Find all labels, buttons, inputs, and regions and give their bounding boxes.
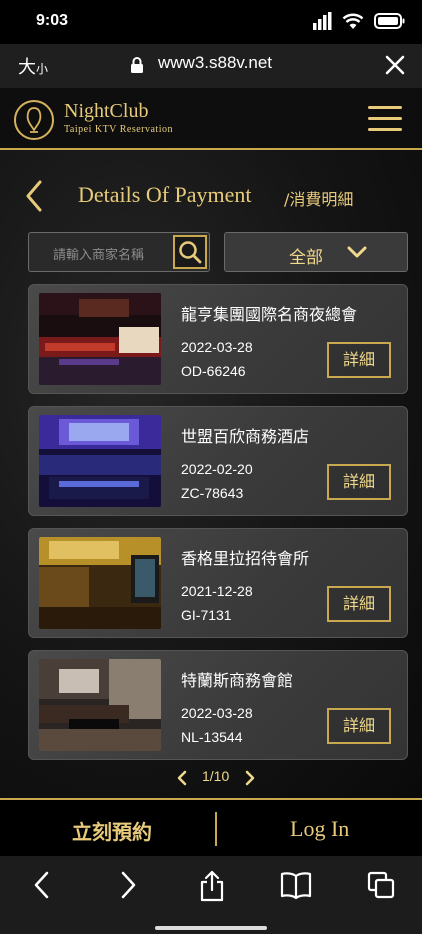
order-date: 2022-02-20: [181, 461, 253, 477]
logo-icon[interactable]: [14, 100, 54, 140]
page-title-row: Details Of Payment /消費明細: [0, 178, 422, 214]
venue-photo: [39, 415, 161, 507]
details-button[interactable]: 詳細: [327, 586, 391, 622]
page-content: NightClub Taipei KTV Reservation Details…: [0, 88, 422, 798]
order-code: GI-7131: [181, 607, 232, 623]
signal-icon: [313, 12, 332, 30]
home-indicator: [155, 926, 267, 930]
order-date: 2021-12-28: [181, 583, 253, 599]
order-code: OD-66246: [181, 363, 246, 379]
pagination: 1/10: [0, 768, 422, 788]
venue-photo: [39, 659, 161, 751]
list-item[interactable]: 特蘭斯商務會館 2022-03-28 NL-13544 詳細: [28, 650, 408, 760]
text-size-button[interactable]: 大小: [18, 53, 48, 79]
url-address[interactable]: www3.s88v.net: [158, 53, 272, 73]
page-title: Details Of Payment: [78, 182, 252, 207]
search-button[interactable]: [173, 235, 207, 269]
divider: [215, 812, 217, 846]
browser-toolbar: [0, 856, 422, 934]
venue-name: 香格里拉招待會所: [181, 549, 310, 568]
status-time: 9:03: [36, 12, 69, 29]
order-code: ZC-78643: [181, 485, 244, 501]
close-icon[interactable]: [384, 54, 406, 76]
venue-photo: [39, 293, 161, 385]
bookmarks-icon[interactable]: [280, 870, 312, 900]
tabs-icon[interactable]: [366, 870, 396, 900]
details-button[interactable]: 詳細: [327, 708, 391, 744]
order-date: 2022-03-28: [181, 339, 253, 355]
browser-url-bar: 大小 www3.s88v.net: [0, 44, 422, 88]
book-now-button[interactable]: 立刻預約: [72, 816, 152, 845]
page-indicator: 1/10: [202, 768, 230, 784]
browser-back-icon[interactable]: [32, 870, 52, 900]
search-box: 請輸入商家名稱: [28, 232, 210, 272]
list-item[interactable]: 龍亨集團國際名商夜總會 2022-03-28 OD-66246 詳細: [28, 284, 408, 394]
details-button[interactable]: 詳細: [327, 342, 391, 378]
venue-name: 世盟百欣商務酒店: [181, 427, 310, 446]
logo-subtitle: Taipei KTV Reservation: [64, 124, 173, 135]
list-item[interactable]: 香格里拉招待會所 2021-12-28 GI-7131 詳細: [28, 528, 408, 638]
logo-title[interactable]: NightClub: [64, 100, 148, 123]
category-filter-dropdown[interactable]: 全部: [224, 232, 408, 272]
login-button[interactable]: Log In: [290, 816, 349, 842]
filter-label: 全部: [289, 248, 323, 268]
search-input[interactable]: 請輸入商家名稱: [53, 244, 144, 263]
details-button[interactable]: 詳細: [327, 464, 391, 500]
battery-icon: [374, 13, 405, 29]
browser-forward-icon[interactable]: [118, 870, 138, 900]
back-chevron-icon[interactable]: [24, 180, 44, 212]
chevron-right-icon[interactable]: [244, 770, 256, 786]
list-item[interactable]: 世盟百欣商務酒店 2022-02-20 ZC-78643 詳細: [28, 406, 408, 516]
status-bar: 9:03: [0, 0, 422, 44]
share-icon[interactable]: [198, 870, 226, 902]
order-code: NL-13544: [181, 729, 243, 745]
lock-icon: [131, 57, 143, 73]
venue-name: 特蘭斯商務會館: [181, 671, 294, 690]
venue-name: 龍亨集團國際名商夜總會: [181, 305, 358, 324]
bottom-action-bar: 立刻預約 Log In: [0, 798, 422, 856]
hamburger-menu-icon[interactable]: [368, 106, 402, 132]
wifi-icon: [342, 13, 364, 29]
chevron-left-icon[interactable]: [176, 770, 188, 786]
page-subtitle: /消費明細: [284, 190, 354, 209]
chevron-down-icon: [347, 246, 367, 258]
site-header: NightClub Taipei KTV Reservation: [0, 88, 422, 150]
order-date: 2022-03-28: [181, 705, 253, 721]
search-icon: [179, 241, 202, 264]
venue-photo: [39, 537, 161, 629]
